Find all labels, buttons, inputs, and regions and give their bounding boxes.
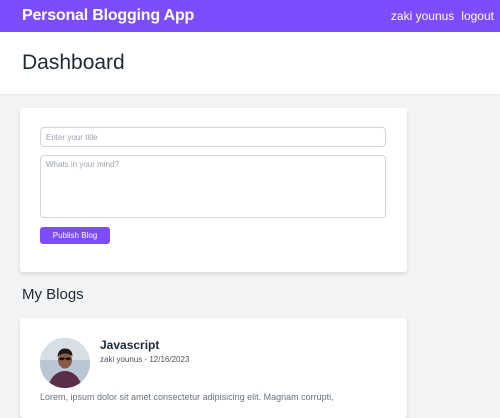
- user-name-link[interactable]: zaki younus: [391, 9, 454, 23]
- app-brand[interactable]: Personal Blogging App: [22, 7, 194, 25]
- logout-link[interactable]: logout: [461, 9, 494, 23]
- blog-composer-card: Publish Blog: [20, 108, 407, 272]
- author-avatar: [40, 338, 90, 388]
- blog-post-excerpt: Lorem, ipsum dolor sit amet consectetur …: [40, 392, 334, 402]
- navbar-right: zaki younus logout: [391, 9, 494, 23]
- blog-post-card: Javascript zaki younus - 12/16/2023 Lore…: [20, 318, 407, 418]
- blog-post-meta: zaki younus - 12/16/2023: [100, 355, 190, 364]
- page-title: Dashboard: [22, 51, 125, 74]
- blog-title-input[interactable]: [40, 127, 386, 147]
- my-blogs-heading: My Blogs: [22, 286, 84, 303]
- blog-post-title: Javascript: [100, 338, 160, 352]
- author-avatar-photo-icon: [40, 338, 90, 388]
- publish-blog-button[interactable]: Publish Blog: [40, 227, 110, 244]
- blog-body-textarea[interactable]: [40, 155, 386, 218]
- navbar: Personal Blogging App zaki younus logout: [0, 0, 500, 32]
- page-header: Dashboard: [0, 32, 500, 94]
